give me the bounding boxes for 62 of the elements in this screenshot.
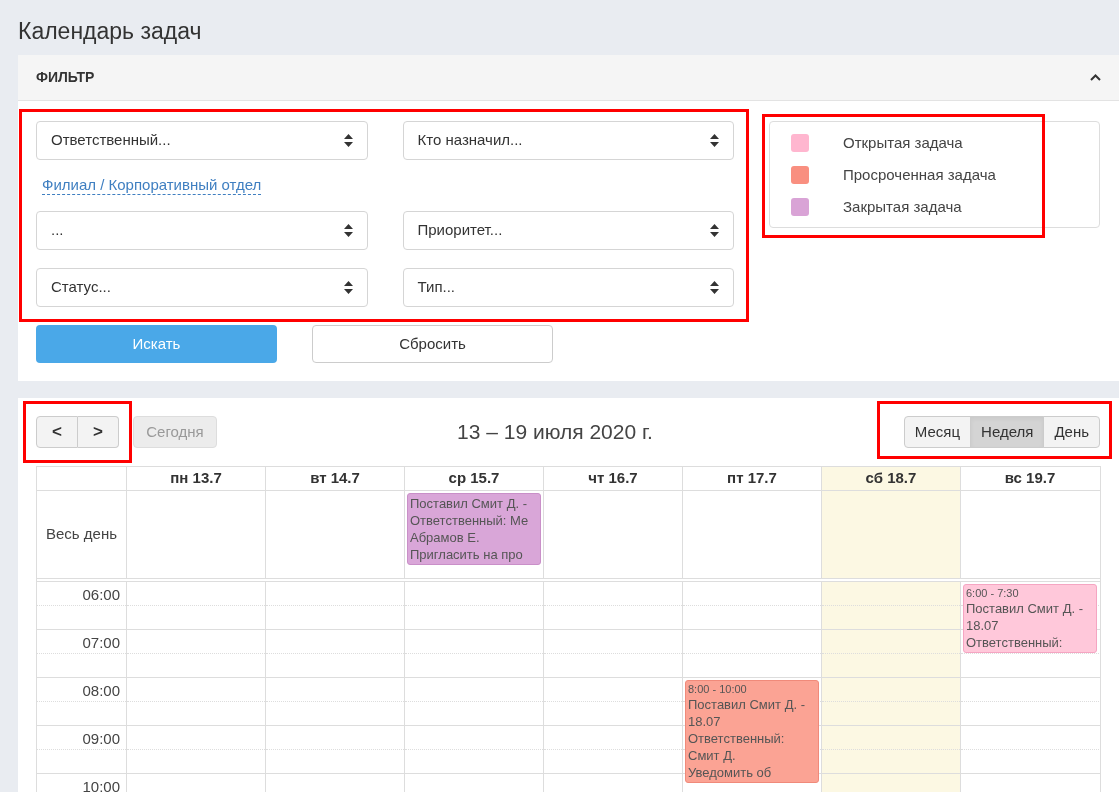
event-text: Уведомить об xyxy=(688,764,773,781)
legend-label: Открытая задача xyxy=(843,133,963,152)
event-text: Ответственный: xyxy=(688,730,786,747)
hour-label: 07:00 xyxy=(82,633,120,653)
sort-caret-icon xyxy=(343,281,353,294)
legend-label: Просроченная задача xyxy=(843,165,996,184)
hour-label: 08:00 xyxy=(82,681,120,701)
all-day-label: Весь день xyxy=(46,524,117,545)
select-placeholder: Тип... xyxy=(417,277,455,298)
prev-button[interactable]: < xyxy=(36,416,78,448)
branch-link[interactable]: Филиал / Корпоративный отдел xyxy=(42,176,262,195)
select-placeholder: Приоритет... xyxy=(417,220,503,241)
view-tab[interactable]: День xyxy=(1043,416,1100,448)
select-placeholder: Кто назначил... xyxy=(417,130,523,151)
next-button[interactable]: > xyxy=(78,416,119,448)
sort-caret-icon xyxy=(710,134,719,147)
select-placeholder: ... xyxy=(51,220,64,241)
hour-label: 09:00 xyxy=(82,729,120,749)
event-text: Поставил Смит Д. - xyxy=(688,696,806,713)
event-card[interactable]: 8:00 - 10:00 Поставил Смит Д. - 18.07 Ответственный: Смит Д. Уведомить об xyxy=(685,680,819,783)
page-title: Календарь задач xyxy=(18,17,202,46)
select-field[interactable]: ... xyxy=(36,211,368,250)
filter-header[interactable]: ФИЛЬТР xyxy=(18,55,1119,101)
day-header: вт 14.7 xyxy=(265,467,404,490)
select-field[interactable]: Тип... xyxy=(402,268,734,307)
sort-caret-icon xyxy=(710,281,719,294)
event-card[interactable]: Поставил Смит Д. - Ответственный: Ме Абрамов Е. Пригласить на про xyxy=(407,493,541,565)
select-placeholder: Статус... xyxy=(51,277,111,298)
event-text: Поставил Смит Д. - xyxy=(966,600,1084,617)
select-field[interactable]: Статус... xyxy=(36,268,368,307)
event-text: 18.07 xyxy=(966,617,1000,634)
hour-label: 06:00 xyxy=(82,585,120,605)
event-text: Поставил Смит Д. - xyxy=(410,495,528,512)
event-text: Ответственный: xyxy=(966,634,1064,651)
view-tab[interactable]: Неделя xyxy=(970,416,1045,448)
chevron-up-icon[interactable] xyxy=(1090,74,1101,81)
event-time: 8:00 - 10:00 xyxy=(688,682,748,696)
calendar-title: 13 – 19 июля 2020 г. xyxy=(456,419,654,446)
day-header: ср 15.7 xyxy=(404,467,543,490)
sort-caret-icon xyxy=(343,224,353,237)
day-header: чт 16.7 xyxy=(543,467,682,490)
event-text: 18.07 xyxy=(688,713,722,730)
day-header: вс 19.7 xyxy=(960,467,1099,490)
event-text: Абрамов Е. xyxy=(410,529,481,546)
event-text: Смит Д. xyxy=(688,747,737,764)
event-text: Ответственный: Ме xyxy=(410,512,530,529)
select-field[interactable]: Кто назначил... xyxy=(402,121,734,160)
event-time: 6:00 - 7:30 xyxy=(966,586,1020,600)
select-field[interactable]: Приоритет... xyxy=(402,211,734,250)
select-placeholder: Ответственный... xyxy=(51,130,171,151)
day-header: пн 13.7 xyxy=(126,467,265,490)
legend-label: Закрытая задача xyxy=(843,197,962,216)
reset-button[interactable]: Сбросить xyxy=(312,325,553,363)
event-text: Пригласить на про xyxy=(410,546,524,563)
view-tab[interactable]: Месяц xyxy=(903,416,972,448)
filter-title: ФИЛЬТР xyxy=(36,68,95,87)
event-card[interactable]: 6:00 - 7:30 Поставил Смит Д. - 18.07 Ответственный: xyxy=(963,584,1097,653)
hour-label: 10:00 xyxy=(82,777,120,792)
sort-caret-icon xyxy=(710,224,719,237)
day-header: сб 18.7 xyxy=(821,467,960,490)
select-field[interactable]: Ответственный... xyxy=(36,121,368,160)
sort-caret-icon xyxy=(343,134,353,147)
